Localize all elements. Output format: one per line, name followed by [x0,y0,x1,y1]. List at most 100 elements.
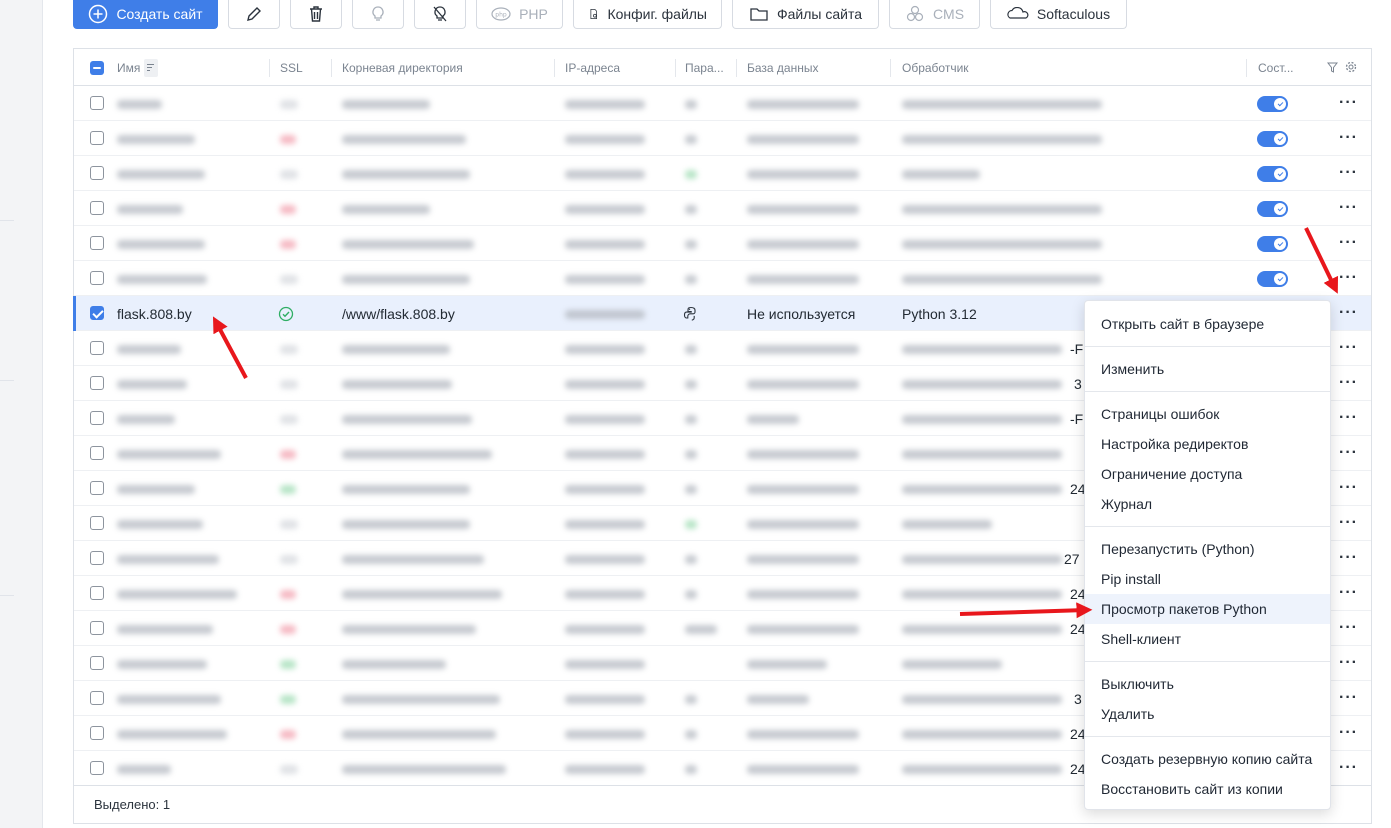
column-header-handler[interactable]: Обработчик [902,49,969,86]
column-divider[interactable] [1246,59,1247,77]
status-toggle[interactable] [1257,96,1288,112]
row-actions-button[interactable]: ··· [1339,549,1358,567]
row-checkbox[interactable] [90,516,104,530]
enable-button[interactable] [352,0,404,29]
config-files-button[interactable]: Конфиг. файлы [573,0,722,29]
column-divider[interactable] [736,59,737,77]
redacted-ssl [280,135,296,144]
column-divider[interactable] [269,59,270,77]
table-row[interactable]: ··· [74,86,1371,121]
menu-item-edit[interactable]: Изменить [1085,354,1330,384]
delete-button[interactable] [290,0,342,29]
menu-item-pip-install[interactable]: Pip install [1085,564,1330,594]
column-divider[interactable] [675,59,676,77]
menu-item-create-backup[interactable]: Создать резервную копию сайта [1085,744,1330,774]
status-toggle[interactable] [1257,166,1288,182]
row-checkbox[interactable] [90,376,104,390]
column-divider[interactable] [554,59,555,77]
menu-item-access-restriction[interactable]: Ограничение доступа [1085,459,1330,489]
column-header-params[interactable]: Пара... [685,49,724,86]
softaculous-button[interactable]: Softaculous [990,0,1127,29]
redacted-root [342,590,502,599]
row-actions-button[interactable]: ··· [1339,689,1358,707]
row-checkbox[interactable] [90,691,104,705]
redacted-ip [565,730,645,739]
row-checkbox[interactable] [90,131,104,145]
menu-item-redirects[interactable]: Настройка редиректов [1085,429,1330,459]
row-actions-button[interactable]: ··· [1339,199,1358,217]
row-actions-button[interactable]: ··· [1339,514,1358,532]
menu-item-restart-python[interactable]: Перезапустить (Python) [1085,534,1330,564]
php-button[interactable]: php PHP [476,0,563,29]
status-toggle[interactable] [1257,236,1288,252]
row-checkbox[interactable] [90,481,104,495]
column-header-database[interactable]: База данных [747,49,818,86]
menu-item-delete[interactable]: Удалить [1085,699,1330,729]
menu-item-shell-client[interactable]: Shell-клиент [1085,624,1330,654]
status-toggle[interactable] [1257,201,1288,217]
row-actions-button[interactable]: ··· [1339,94,1358,112]
root-directory[interactable]: /www/flask.808.by [342,296,455,331]
edit-button[interactable] [228,0,280,29]
row-checkbox[interactable] [90,551,104,565]
row-checkbox[interactable] [90,341,104,355]
table-row[interactable]: ··· [74,226,1371,261]
column-header-ip[interactable]: IP-адреса [565,49,620,86]
row-actions-button[interactable]: ··· [1339,409,1358,427]
row-checkbox[interactable] [90,271,104,285]
row-actions-button[interactable]: ··· [1339,129,1358,147]
status-toggle[interactable] [1257,131,1288,147]
menu-item-log[interactable]: Журнал [1085,489,1330,519]
column-header-ssl[interactable]: SSL [280,49,303,86]
row-actions-button[interactable]: ··· [1339,759,1358,777]
row-checkbox[interactable] [90,761,104,775]
menu-item-error-pages[interactable]: Страницы ошибок [1085,399,1330,429]
row-actions-button[interactable]: ··· [1339,234,1358,252]
row-actions-button[interactable]: ··· [1339,164,1358,182]
row-actions-button[interactable]: ··· [1339,339,1358,357]
row-actions-button[interactable]: ··· [1339,374,1358,392]
column-header-status[interactable]: Сост... [1258,49,1294,86]
menu-item-restore-backup[interactable]: Восстановить сайт из копии [1085,774,1330,804]
create-site-button[interactable]: Создать сайт [73,0,218,29]
table-row[interactable]: ··· [74,156,1371,191]
row-checkbox[interactable] [90,656,104,670]
table-row[interactable]: ··· [74,191,1371,226]
column-header-root[interactable]: Корневая директория [342,49,463,86]
menu-item-view-python-packages[interactable]: Просмотр пакетов Python [1085,594,1330,624]
row-actions-button[interactable]: ··· [1339,724,1358,742]
row-checkbox[interactable] [90,586,104,600]
row-checkbox[interactable] [90,96,104,110]
table-row[interactable]: ··· [74,121,1371,156]
row-checkbox[interactable] [90,166,104,180]
row-checkbox[interactable] [90,621,104,635]
row-actions-button[interactable]: ··· [1339,479,1358,497]
menu-item-disable[interactable]: Выключить [1085,669,1330,699]
row-actions-button[interactable]: ··· [1339,444,1358,462]
table-row[interactable]: ··· [74,261,1371,296]
row-checkbox-checked[interactable] [90,306,104,320]
gear-icon[interactable] [1345,61,1357,73]
row-actions-button-active[interactable]: ··· [1339,304,1358,322]
row-checkbox[interactable] [90,236,104,250]
sort-icon[interactable] [144,58,159,77]
row-checkbox[interactable] [90,201,104,215]
disable-button[interactable] [414,0,466,29]
menu-item-open-in-browser[interactable]: Открыть сайт в браузере [1085,309,1330,339]
row-actions-button[interactable]: ··· [1339,654,1358,672]
site-name[interactable]: flask.808.by [117,296,192,331]
row-checkbox[interactable] [90,446,104,460]
status-toggle[interactable] [1257,271,1288,287]
column-header-name[interactable]: Имя [117,49,159,86]
row-actions-button[interactable]: ··· [1339,269,1358,287]
column-divider[interactable] [890,59,891,77]
cms-button[interactable]: CMS [889,0,980,29]
site-files-button[interactable]: Файлы сайта [732,0,879,29]
row-checkbox[interactable] [90,411,104,425]
row-checkbox[interactable] [90,726,104,740]
row-actions-button[interactable]: ··· [1339,619,1358,637]
row-actions-button[interactable]: ··· [1339,584,1358,602]
column-divider[interactable] [331,59,332,77]
filter-icon[interactable] [1327,62,1338,73]
select-all-checkbox[interactable] [90,61,104,75]
